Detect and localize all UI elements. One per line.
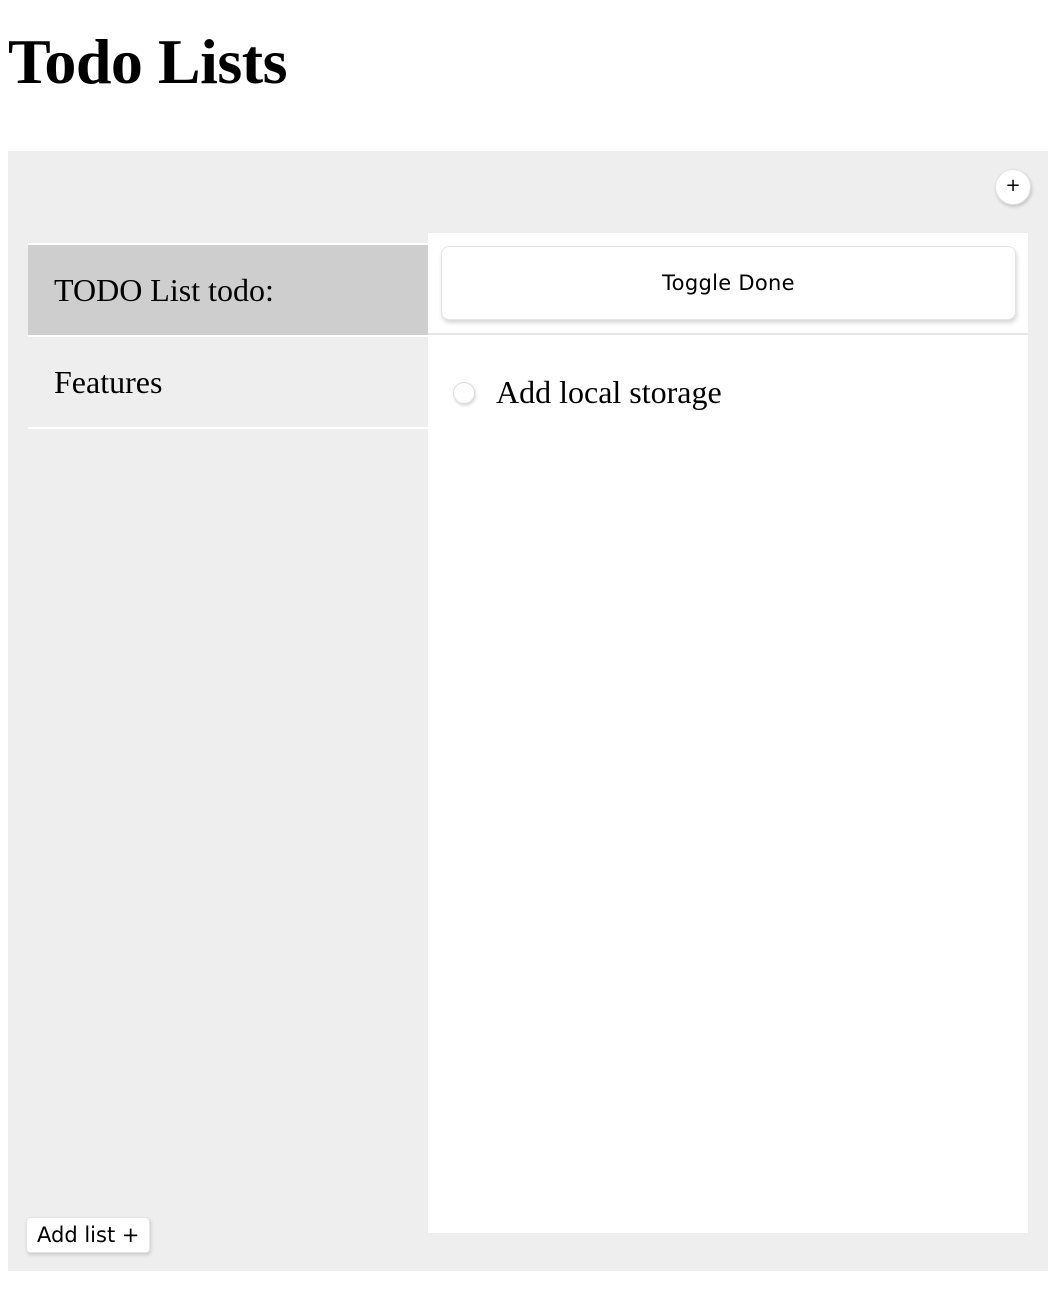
todo-label: Add local storage bbox=[496, 373, 722, 410]
todo-app-panel: + TODO List todo: Features Toggle Done A… bbox=[8, 151, 1048, 1271]
page-title: Todo Lists bbox=[8, 26, 288, 97]
todo-checkbox[interactable] bbox=[453, 382, 475, 404]
sidebar-item-label: Features bbox=[54, 363, 163, 400]
sidebar-item-features[interactable]: Features bbox=[28, 335, 428, 427]
add-item-button[interactable]: + bbox=[995, 169, 1031, 205]
toggle-done-button[interactable]: Toggle Done bbox=[441, 246, 1016, 320]
sidebar-divider bbox=[28, 427, 428, 429]
list-detail-pane: Toggle Done Add local storage bbox=[428, 233, 1028, 1233]
sidebar-item-label: TODO List todo: bbox=[54, 271, 274, 308]
add-list-button[interactable]: Add list + bbox=[26, 1217, 151, 1253]
detail-divider bbox=[428, 333, 1028, 335]
sidebar-item-todo-list[interactable]: TODO List todo: bbox=[28, 243, 428, 335]
todo-item: Add local storage bbox=[453, 373, 722, 413]
sidebar: TODO List todo: Features bbox=[28, 243, 428, 429]
